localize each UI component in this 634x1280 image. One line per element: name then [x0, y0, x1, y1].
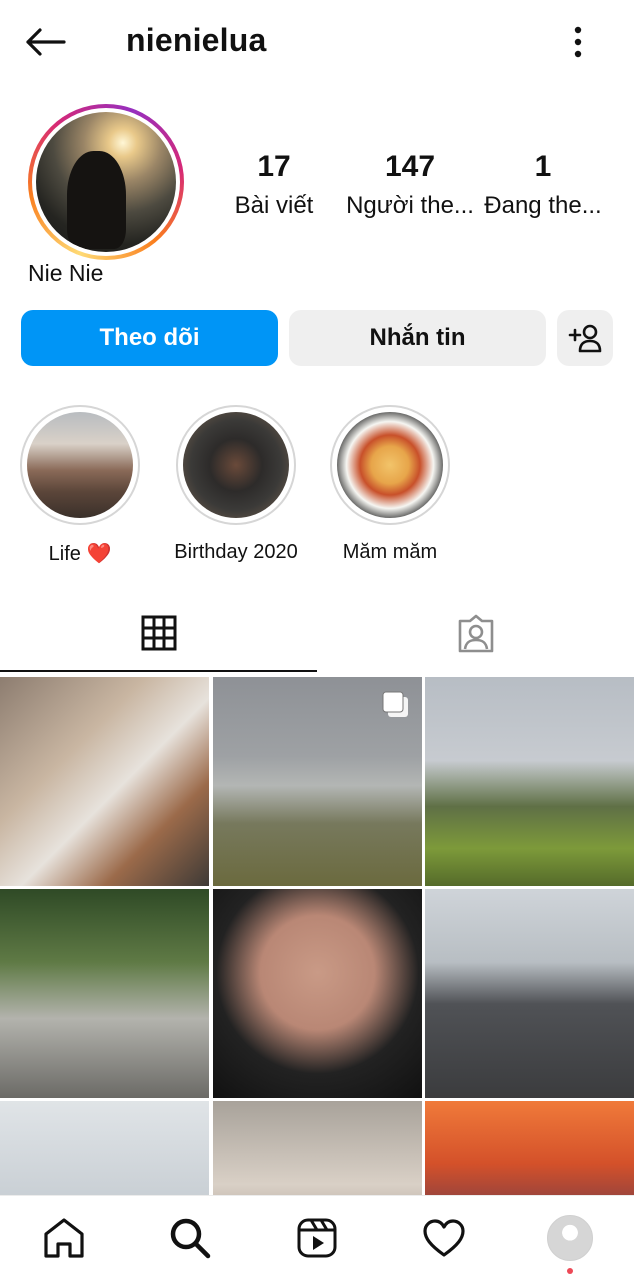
tab-posts-grid[interactable] [0, 596, 317, 672]
following-count-value: 1 [534, 150, 552, 183]
following-count[interactable]: 1 Đang the... [484, 150, 602, 220]
follow-button[interactable]: Theo dõi [21, 310, 278, 366]
tagged-person-icon [458, 614, 493, 653]
bottom-navigation [0, 1195, 634, 1280]
posts-count[interactable]: 17 Bài viết [226, 150, 322, 220]
red-heart-icon: ❤️ [86, 543, 112, 565]
nav-search[interactable] [166, 1214, 214, 1262]
message-button[interactable]: Nhắn tin [289, 310, 546, 366]
tab-tagged[interactable] [317, 596, 634, 672]
suggested-users-button[interactable] [557, 310, 613, 366]
profile-avatar-small [547, 1215, 593, 1261]
profile-avatar-story-ring[interactable] [28, 104, 184, 260]
post-thumbnail[interactable] [0, 677, 209, 886]
followers-count-value: 147 [384, 150, 436, 183]
highlight-birthday-2020[interactable]: Birthday 2020 [161, 405, 311, 564]
followers-count-label: Người the... [346, 192, 474, 219]
posts-count-value: 17 [257, 150, 291, 183]
home-icon [44, 1218, 84, 1258]
post-thumbnail[interactable] [213, 1101, 422, 1195]
post-thumbnail[interactable] [425, 889, 634, 1098]
profile-username: nienielua [126, 22, 267, 58]
profile-avatar [36, 112, 176, 252]
display-name: Nie Nie [28, 260, 104, 286]
vertical-dots-icon [574, 26, 582, 58]
add-person-icon [568, 324, 602, 353]
search-icon [170, 1218, 211, 1259]
posts-count-label: Bài viết [234, 192, 314, 219]
highlight-cover [183, 412, 289, 518]
back-button[interactable] [24, 22, 72, 62]
nav-activity[interactable] [420, 1214, 468, 1262]
reels-icon [297, 1218, 337, 1258]
profile-tabs [0, 596, 634, 674]
highlight-label: Life [48, 543, 81, 565]
following-count-label: Đang the... [484, 192, 602, 219]
top-bar: nienielua [0, 0, 634, 84]
post-thumbnail[interactable] [213, 889, 422, 1098]
arrow-left-icon [26, 28, 66, 56]
followers-count[interactable]: 147 Người the... [344, 150, 476, 220]
posts-grid [0, 677, 634, 1195]
post-thumbnail[interactable] [425, 1101, 634, 1195]
carousel-icon [382, 691, 408, 717]
notification-dot [567, 1268, 573, 1274]
highlight-cover [27, 412, 133, 518]
highlight-label: Birthday 2020 [174, 541, 298, 563]
highlight-cover [337, 412, 443, 518]
post-thumbnail[interactable] [213, 677, 422, 886]
more-options-button[interactable] [558, 22, 598, 62]
post-thumbnail[interactable] [425, 677, 634, 886]
heart-icon [423, 1219, 465, 1257]
highlight-label: Măm măm [342, 541, 438, 563]
nav-profile[interactable] [546, 1214, 594, 1262]
post-thumbnail[interactable] [0, 889, 209, 1098]
highlight-life[interactable]: Life ❤️ [5, 405, 155, 566]
highlight-mam-mam[interactable]: Măm măm [315, 405, 465, 564]
post-thumbnail[interactable] [0, 1101, 209, 1195]
nav-home[interactable] [40, 1214, 88, 1262]
nav-reels[interactable] [293, 1214, 341, 1262]
grid-icon [141, 615, 176, 651]
